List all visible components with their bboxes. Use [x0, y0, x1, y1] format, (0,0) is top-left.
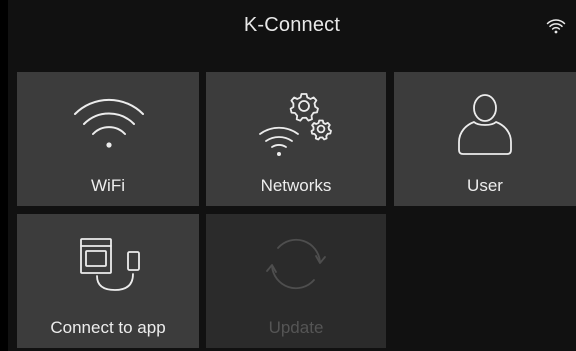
- wifi-icon: [74, 98, 144, 148]
- tile-update-label: Update: [268, 318, 324, 337]
- tile-connect-to-app[interactable]: Connect to app: [17, 214, 199, 348]
- tile-update: Update: [206, 214, 386, 348]
- tile-networks-label: Networks: [260, 176, 332, 195]
- tile-user-label: User: [467, 176, 503, 195]
- tile-networks[interactable]: Networks: [206, 72, 386, 206]
- oven-phone-icon: [80, 238, 140, 291]
- tile-connect-to-app-label: Connect to app: [50, 318, 166, 337]
- refresh-icon: [266, 238, 326, 290]
- top-bar: K-Connect: [8, 0, 576, 50]
- tile-wifi[interactable]: WiFi: [17, 72, 199, 206]
- tile-wifi-label: WiFi: [91, 176, 125, 195]
- tile-user[interactable]: User: [394, 72, 576, 206]
- page-title: K-Connect: [243, 14, 341, 36]
- wifi-status-icon: [546, 19, 566, 34]
- networks-gears-icon: [259, 93, 332, 156]
- user-icon: [458, 94, 512, 155]
- kconnect-screen: K-Connect WiFi Networks User Connect to …: [8, 0, 576, 351]
